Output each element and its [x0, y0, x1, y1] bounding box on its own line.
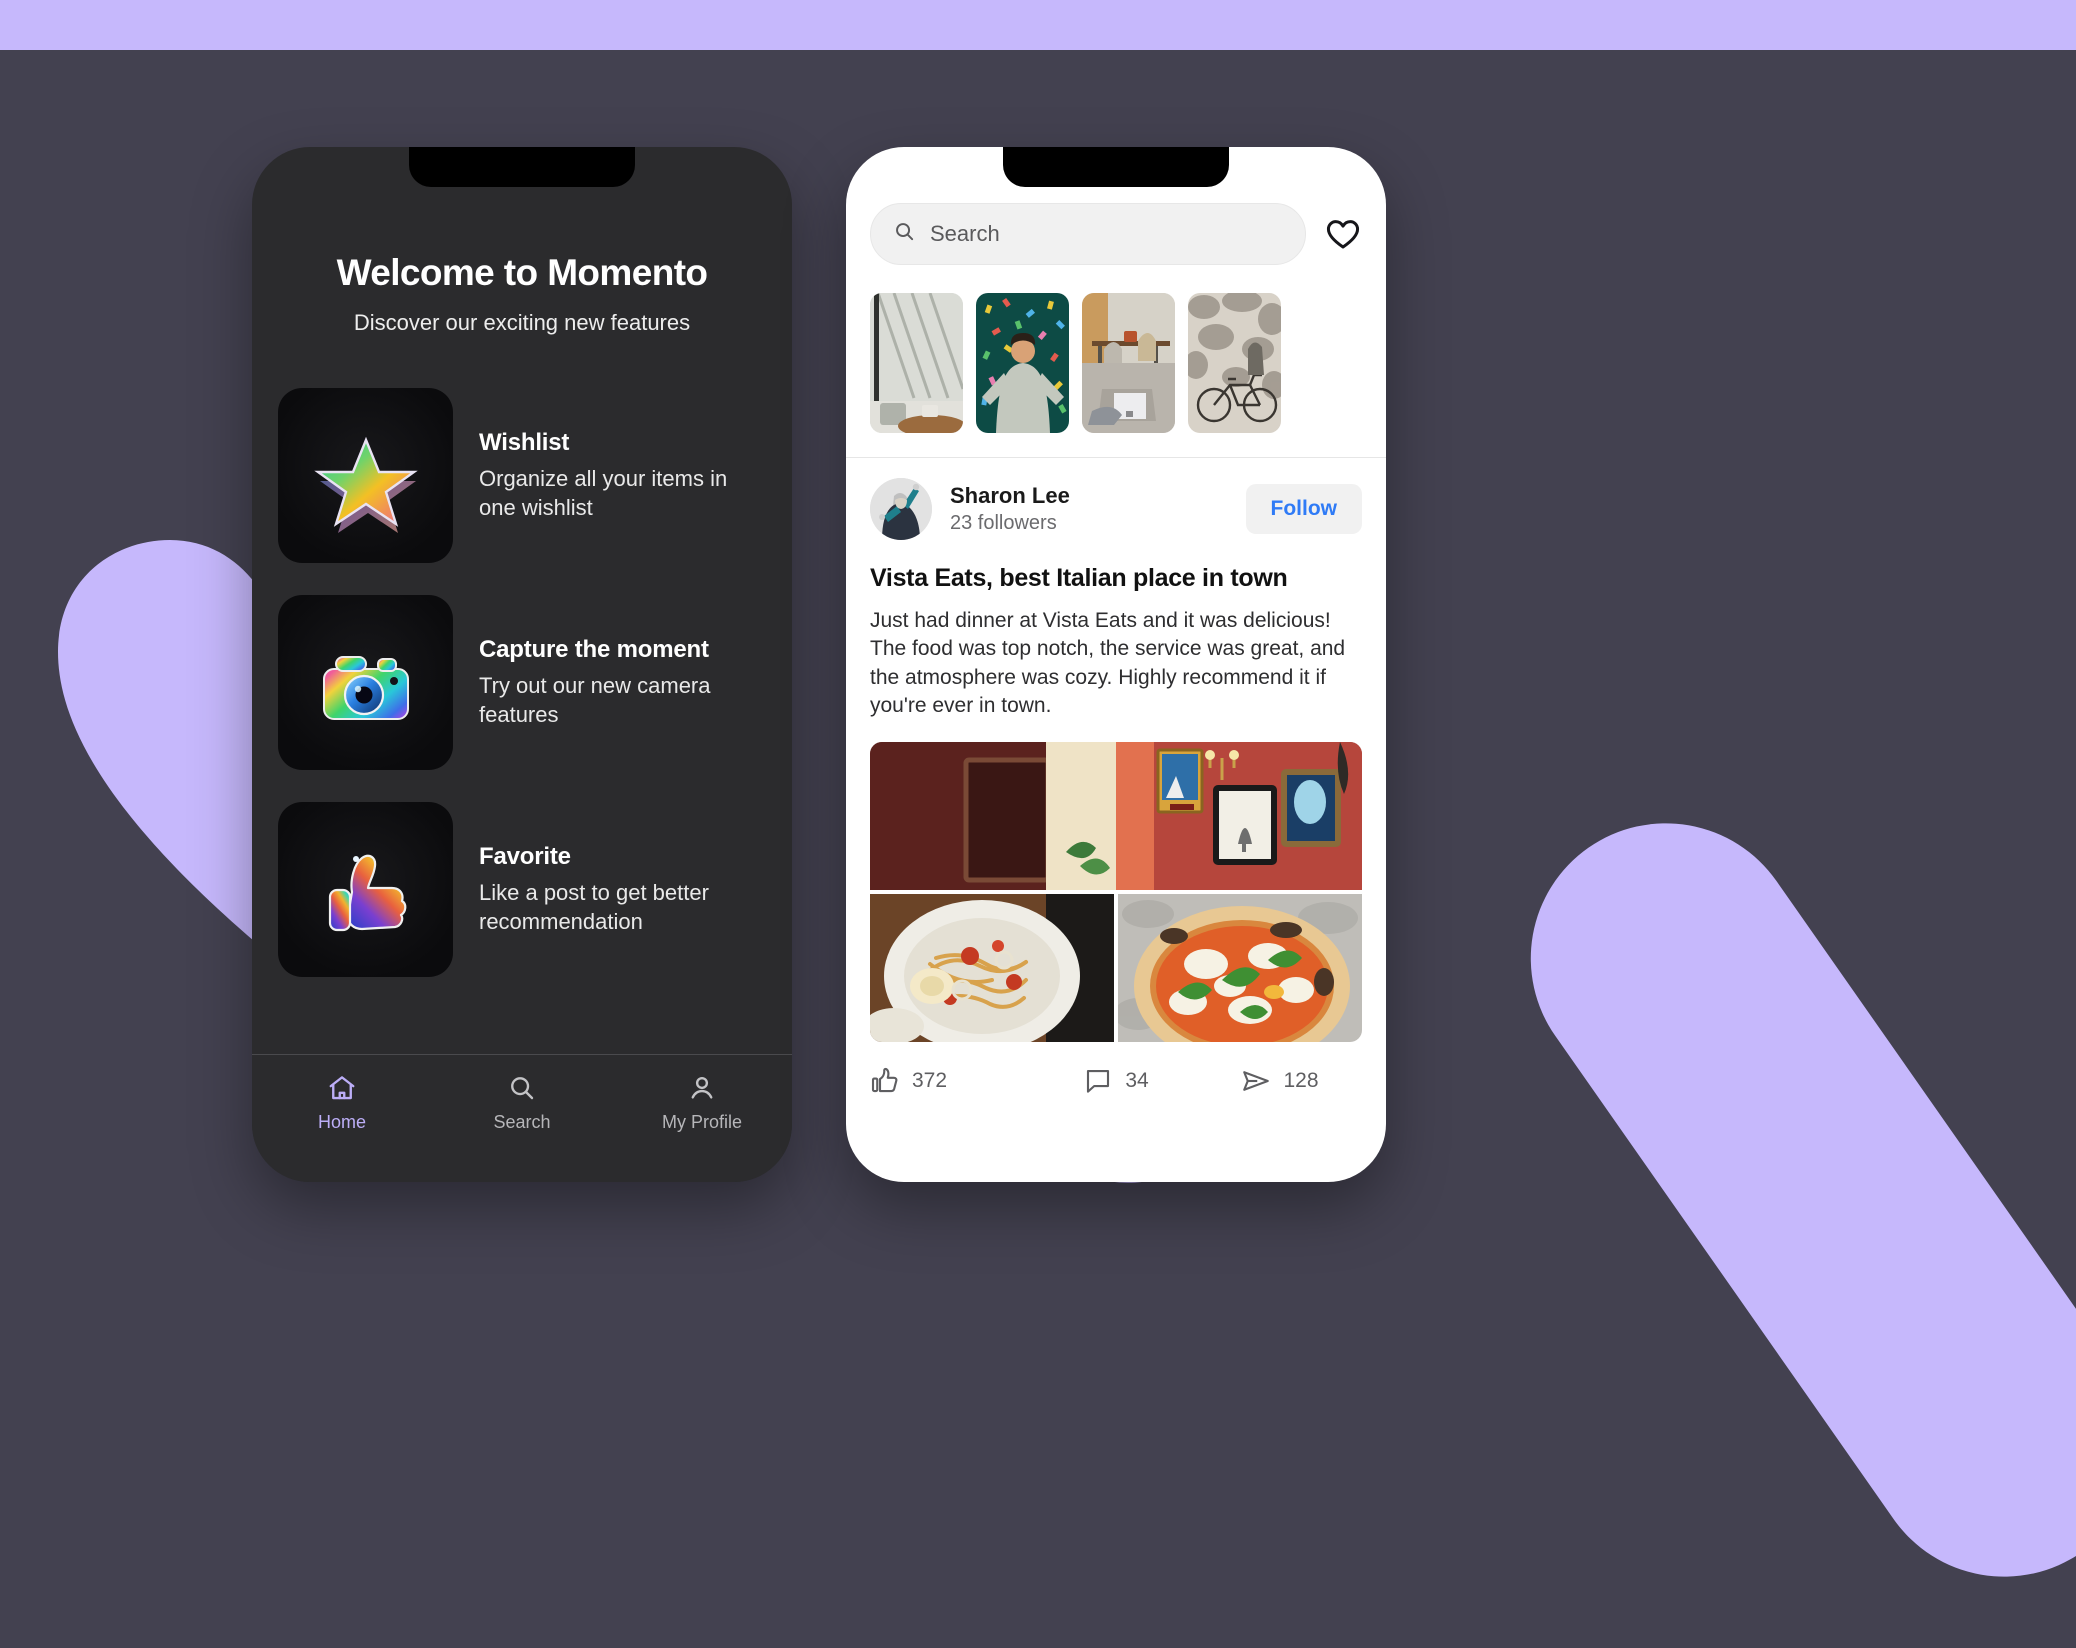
feature-item-favorite[interactable]: Favorite Like a post to get better recom…: [278, 802, 766, 977]
phone-feed-screen: Search Sharon Lee 23 followers Follow Vi…: [846, 147, 1386, 1182]
phone-notch-left: [409, 147, 635, 187]
story-confetti-person[interactable]: [976, 293, 1069, 433]
person-icon: [687, 1073, 717, 1103]
follow-button[interactable]: Follow: [1245, 484, 1362, 534]
author-name: Sharon Lee: [950, 483, 1070, 508]
like-action[interactable]: 372: [870, 1066, 1034, 1096]
thumbs-up-3d-icon: [278, 802, 453, 977]
tab-label: Search: [493, 1112, 551, 1132]
search-input[interactable]: Search: [870, 203, 1306, 265]
feature-item-wishlist[interactable]: Wishlist Organize all your items in one …: [278, 388, 766, 563]
phone-onboarding-screen: Welcome to Momento Discover our exciting…: [252, 147, 792, 1182]
feature-description: Organize all your items in one wishlist: [479, 465, 728, 520]
comment-action[interactable]: 34: [1034, 1066, 1198, 1096]
screenshot-stage: Welcome to Momento Discover our exciting…: [0, 0, 2076, 1648]
search-icon: [507, 1073, 537, 1103]
bottom-tab-bar: Home Search My Profile: [252, 1054, 792, 1182]
share-action[interactable]: 128: [1198, 1066, 1362, 1096]
photo-restaurant-wall-art[interactable]: [870, 742, 1362, 891]
story-cafe-interior[interactable]: [1082, 293, 1175, 433]
tab-label: My Profile: [661, 1112, 742, 1132]
post-title: Vista Eats, best Italian place in town: [870, 564, 1288, 592]
tab-my-profile[interactable]: My Profile: [612, 1073, 792, 1133]
comment-count: 34: [1125, 1069, 1149, 1093]
heart-outline-icon[interactable]: [1324, 215, 1362, 253]
tab-search[interactable]: Search: [432, 1073, 612, 1133]
feature-title: Favorite: [479, 842, 571, 870]
feature-item-capture[interactable]: Capture the moment Try out our new camer…: [278, 595, 766, 770]
thumbs-up-icon: [870, 1066, 900, 1096]
feature-title: Capture the moment: [479, 635, 709, 663]
phone-notch-right: [1003, 147, 1229, 187]
camera-3d-icon: [278, 595, 453, 770]
post-author-row: Sharon Lee 23 followers Follow: [846, 458, 1386, 540]
page-subtitle: Discover our exciting new features: [353, 310, 691, 335]
share-icon: [1241, 1066, 1271, 1096]
feature-list: Wishlist Organize all your items in one …: [252, 388, 792, 977]
feature-text-favorite: Favorite Like a post to get better recom…: [479, 843, 766, 936]
search-icon: [893, 220, 916, 248]
photo-margherita-pizza[interactable]: [1118, 894, 1362, 1043]
author-followers: 23 followers: [950, 512, 1057, 534]
story-window-shadows[interactable]: [870, 293, 963, 433]
feature-title: Wishlist: [479, 428, 570, 456]
search-placeholder: Search: [930, 221, 1000, 246]
decorative-pill-right: [1477, 770, 2076, 1630]
like-count: 372: [912, 1069, 948, 1093]
author-meta: Sharon Lee 23 followers: [950, 483, 1228, 535]
page-title: Welcome to Momento: [336, 252, 708, 293]
decorative-top-band: [0, 0, 2076, 50]
share-count: 128: [1283, 1069, 1319, 1093]
feature-text-wishlist: Wishlist Organize all your items in one …: [479, 429, 766, 522]
avatar[interactable]: [870, 478, 932, 540]
post-actions: 372 34 128: [846, 1042, 1386, 1096]
stories-strip[interactable]: [846, 265, 1386, 433]
tab-label: Home: [317, 1112, 366, 1132]
feature-text-capture: Capture the moment Try out our new camer…: [479, 636, 766, 729]
home-icon: [327, 1073, 357, 1103]
feature-description: Like a post to get better recommendation: [479, 879, 709, 934]
feature-description: Try out our new camera features: [479, 672, 711, 727]
post-body: Just had dinner at Vista Eats and it was…: [870, 609, 1346, 718]
tab-home[interactable]: Home: [252, 1073, 432, 1133]
star-3d-icon: [278, 388, 453, 563]
photo-seafood-pasta[interactable]: [870, 894, 1114, 1043]
comment-icon: [1083, 1066, 1113, 1096]
story-bicycle-wall[interactable]: [1188, 293, 1281, 433]
post-photo-grid: [870, 742, 1362, 1043]
